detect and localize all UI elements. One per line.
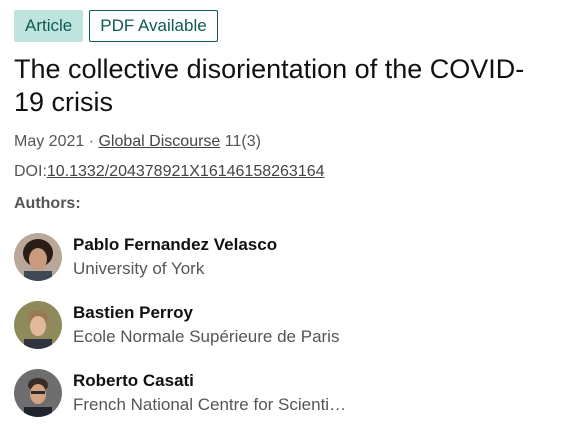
badge-row: Article PDF Available	[14, 10, 564, 42]
article-type-badge: Article	[14, 10, 84, 42]
publication-meta: May 2021 · Global Discourse 11(3)	[14, 131, 564, 153]
author-item: Roberto Casati French National Centre fo…	[14, 367, 564, 419]
author-text: Bastien Perroy Ecole Normale Supérieure …	[73, 302, 339, 348]
journal-link[interactable]: Global Discourse	[98, 133, 220, 150]
publication-title[interactable]: The collective disorientation of the COV…	[14, 53, 544, 119]
author-affiliation: University of York	[73, 259, 205, 278]
doi-line: DOI:10.1332/204378921X16146158263164	[14, 161, 564, 183]
publication-card: Article PDF Available The collective dis…	[14, 10, 564, 419]
author-item: Bastien Perroy Ecole Normale Supérieure …	[14, 299, 564, 351]
author-name[interactable]: Pablo Fernandez Velasco	[73, 234, 277, 256]
author-name[interactable]: Bastien Perroy	[73, 302, 339, 324]
journal-issue: 11(3)	[220, 133, 261, 150]
avatar-photo-icon	[14, 301, 62, 349]
authors-heading: Authors:	[14, 195, 81, 212]
author-avatar[interactable]	[14, 369, 62, 417]
author-name[interactable]: Roberto Casati	[73, 370, 348, 392]
author-item: Pablo Fernandez Velasco University of Yo…	[14, 231, 564, 283]
author-avatar[interactable]	[14, 301, 62, 349]
avatar-photo-icon	[14, 369, 62, 417]
doi-label: DOI:	[14, 163, 47, 180]
author-affiliation: French National Centre for Scientific Re…	[73, 395, 348, 414]
doi-link[interactable]: 10.1332/204378921X16146158263164	[47, 163, 325, 180]
author-avatar[interactable]	[14, 233, 62, 281]
avatar-photo-icon	[14, 233, 62, 281]
author-affiliation: Ecole Normale Supérieure de Paris	[73, 327, 340, 346]
author-text: Roberto Casati French National Centre fo…	[73, 370, 348, 416]
publication-date: May 2021 ·	[14, 133, 99, 150]
pdf-available-badge[interactable]: PDF Available	[89, 10, 218, 42]
author-text: Pablo Fernandez Velasco University of Yo…	[73, 234, 277, 280]
